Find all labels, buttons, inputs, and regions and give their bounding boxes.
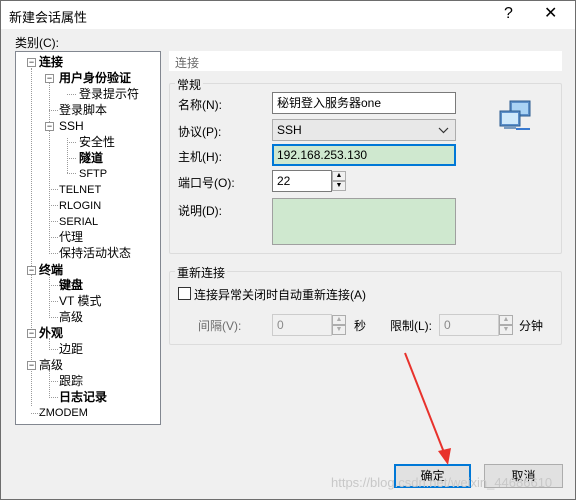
tree-line xyxy=(49,205,58,206)
spin-up-icon[interactable]: ▲ xyxy=(332,315,346,325)
name-input[interactable]: 秘钥登入服务器one xyxy=(272,92,456,114)
window-title: 新建会话属性 xyxy=(9,10,88,25)
dialog-window: 新建会话属性 ? ✕ 类别(C): − 连接 − 用户身份验证 登录提示符 登录… xyxy=(0,0,576,500)
tree-item-keyboard[interactable]: 键盘 xyxy=(59,278,83,292)
tree-line xyxy=(49,253,58,254)
interval-label: 间隔(V): xyxy=(198,319,242,333)
close-button[interactable]: ✕ xyxy=(544,5,557,23)
host-input[interactable]: 192.168.253.130 xyxy=(272,144,456,166)
description-textarea[interactable] xyxy=(272,198,456,245)
collapse-advanced-icon[interactable]: − xyxy=(27,361,36,370)
help-button[interactable]: ? xyxy=(504,5,513,23)
tree-line xyxy=(67,94,76,95)
collapse-appearance-icon[interactable]: − xyxy=(27,329,36,338)
tree-item-terminal[interactable]: 终端 xyxy=(39,263,63,277)
port-label: 端口号(O): xyxy=(178,176,235,190)
tree-line xyxy=(67,173,76,174)
spin-up-icon[interactable]: ▲ xyxy=(499,315,513,325)
tree-item-tunnel[interactable]: 隧道 xyxy=(79,151,103,165)
limit-label: 限制(L): xyxy=(390,319,433,333)
tree-item-sftp[interactable]: SFTP xyxy=(79,167,107,181)
tree-line xyxy=(49,301,58,302)
tree-item-login-script[interactable]: 登录脚本 xyxy=(59,103,107,117)
panel-header-title: 连接 xyxy=(175,56,200,70)
tree-item-serial[interactable]: SERIAL xyxy=(59,215,98,229)
chevron-down-icon xyxy=(438,127,449,134)
spin-down-icon[interactable]: ▼ xyxy=(332,181,346,191)
category-tree[interactable]: − 连接 − 用户身份验证 登录提示符 登录脚本 − SSH 安全性 隧道 SF… xyxy=(15,51,161,425)
network-computers-icon xyxy=(499,100,531,130)
name-label: 名称(N): xyxy=(178,98,222,112)
tree-line xyxy=(49,370,50,398)
title-bar: 新建会话属性 ? ✕ xyxy=(1,1,575,29)
tree-item-appearance[interactable]: 外观 xyxy=(39,326,63,340)
interval-unit: 秒 xyxy=(354,319,367,333)
tree-item-margin[interactable]: 边距 xyxy=(59,342,83,356)
tree-line xyxy=(67,138,68,173)
limit-input[interactable]: 0 xyxy=(439,314,499,336)
tree-item-proxy[interactable]: 代理 xyxy=(59,230,83,244)
reconnect-checkbox[interactable] xyxy=(178,287,191,300)
spin-up-icon[interactable]: ▲ xyxy=(332,171,346,181)
reconnect-checkbox-label[interactable]: 连接异常关闭时自动重新连接(A) xyxy=(194,286,366,303)
tree-line xyxy=(49,110,58,111)
interval-spinner[interactable]: ▲ ▼ xyxy=(332,315,346,335)
collapse-terminal-icon[interactable]: − xyxy=(27,266,36,275)
tree-item-zmodem[interactable]: ZMODEM xyxy=(39,406,88,420)
tree-line xyxy=(67,142,76,143)
description-label: 说明(D): xyxy=(178,204,222,218)
spin-down-icon[interactable]: ▼ xyxy=(332,325,346,335)
protocol-value: SSH xyxy=(277,123,302,137)
watermark-text: https://blog.csdn.net/weixin_44686610 xyxy=(331,475,553,490)
tree-item-trace[interactable]: 跟踪 xyxy=(59,374,83,388)
category-label: 类别(C): xyxy=(15,36,59,50)
collapse-user-auth-icon[interactable]: − xyxy=(45,74,54,83)
tree-line xyxy=(49,381,58,382)
tree-item-terminal-advanced[interactable]: 高级 xyxy=(59,310,83,324)
tree-line xyxy=(49,189,58,190)
tree-line xyxy=(31,68,32,406)
collapse-connection-icon[interactable]: − xyxy=(27,58,36,67)
reconnect-group-title: 重新连接 xyxy=(175,264,228,281)
tree-line xyxy=(49,221,58,222)
tree-item-telnet[interactable]: TELNET xyxy=(59,183,101,197)
port-input[interactable]: 22 xyxy=(272,170,332,192)
tree-line xyxy=(49,349,58,350)
annotation-arrow-icon xyxy=(404,352,451,465)
tree-item-security[interactable]: 安全性 xyxy=(79,135,115,149)
tree-line xyxy=(67,158,76,159)
protocol-label: 协议(P): xyxy=(178,125,222,139)
tree-line xyxy=(49,285,58,286)
tree-item-keepalive[interactable]: 保持活动状态 xyxy=(59,246,131,260)
panel-header: 连接 xyxy=(169,51,562,71)
tree-item-rlogin[interactable]: RLOGIN xyxy=(59,199,101,213)
protocol-select[interactable]: SSH xyxy=(272,119,456,141)
collapse-ssh-icon[interactable]: − xyxy=(45,122,54,131)
tree-line xyxy=(49,82,50,254)
limit-unit: 分钟 xyxy=(519,319,544,333)
tree-item-connection[interactable]: 连接 xyxy=(39,55,63,69)
tree-item-ssh[interactable]: SSH xyxy=(59,119,84,133)
spin-down-icon[interactable]: ▼ xyxy=(499,325,513,335)
interval-input[interactable]: 0 xyxy=(272,314,332,336)
tree-item-vt-mode[interactable]: VT 模式 xyxy=(59,294,101,308)
tree-line xyxy=(49,237,58,238)
general-group-title: 常规 xyxy=(175,76,204,93)
tree-item-advanced[interactable]: 高级 xyxy=(39,358,63,372)
host-label: 主机(H): xyxy=(178,150,222,164)
limit-spinner[interactable]: ▲ ▼ xyxy=(499,315,513,335)
tree-line xyxy=(49,397,58,398)
tree-line xyxy=(49,317,58,318)
port-spinner[interactable]: ▲ ▼ xyxy=(332,171,346,191)
tree-item-logging[interactable]: 日志记录 xyxy=(59,390,107,404)
tree-item-login-prompts[interactable]: 登录提示符 xyxy=(79,87,139,101)
tree-line xyxy=(49,274,50,318)
tree-item-user-auth[interactable]: 用户身份验证 xyxy=(59,71,131,85)
